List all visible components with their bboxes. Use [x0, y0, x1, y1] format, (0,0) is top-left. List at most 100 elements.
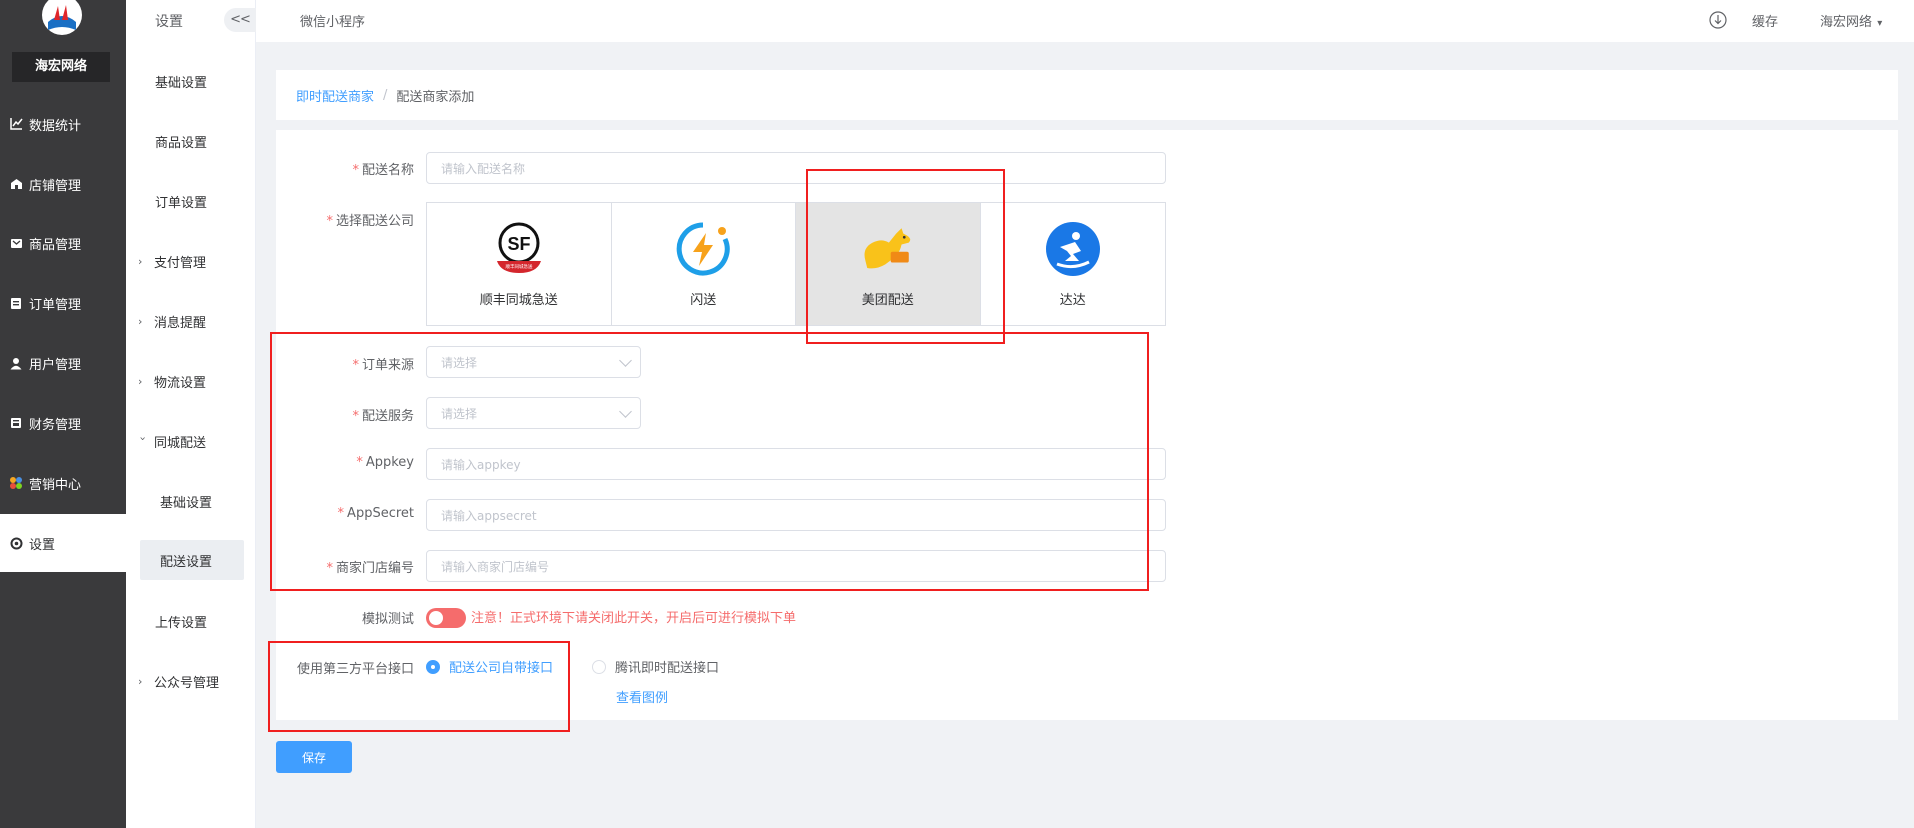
company-option-dada[interactable]: 达达	[981, 203, 1166, 325]
line-chart-icon	[9, 117, 23, 131]
submenu-header: 设置 <<	[126, 0, 256, 40]
user-icon	[9, 356, 23, 370]
sidebar-item-goods[interactable]: 商品管理	[0, 214, 126, 272]
radio-company-api[interactable]: 配送公司自带接口	[426, 657, 553, 676]
sidebar-item-label: 商品管理	[29, 237, 82, 253]
service-label-text: 配送服务	[361, 409, 414, 424]
sidebar-item-order[interactable]: 订单管理	[0, 274, 126, 332]
sidebar-item-finance[interactable]: 财务管理	[0, 394, 126, 452]
submenu-item-label: 同城配送	[154, 435, 207, 451]
store-no-label-text: 商家门店编号	[335, 561, 414, 576]
company-option-meituan[interactable]: 美团配送	[796, 203, 981, 325]
company-label: * 选择配送公司	[276, 210, 414, 229]
company-name: 达达	[1059, 292, 1086, 308]
submenu-item-label: 订单设置	[155, 195, 208, 211]
sidebar-item-marketing[interactable]: 营销中心	[0, 454, 126, 512]
company-label-text: 选择配送公司	[335, 214, 414, 229]
finance-icon	[9, 416, 23, 430]
submenu-item-payment[interactable]: › 支付管理	[126, 241, 256, 281]
sidebar-item-label: 数据统计	[29, 118, 82, 134]
appkey-input[interactable]: 请输入appkey	[426, 448, 1166, 480]
submenu-title: 设置	[155, 14, 183, 30]
radio-tencent-api[interactable]: 腾讯即时配送接口	[592, 657, 719, 676]
brand-name: 海宏网络	[12, 52, 110, 82]
company-option-shansong[interactable]: 闪送	[612, 203, 796, 325]
service-label: * 配送服务	[276, 405, 414, 424]
gear-icon	[9, 536, 23, 550]
sidebar-item-settings[interactable]: 设置	[0, 514, 126, 572]
test-mode-toggle[interactable]	[426, 608, 466, 628]
order-source-select[interactable]: 请选择	[426, 346, 641, 378]
delivery-service-select[interactable]: 请选择	[426, 397, 641, 429]
submenu-item-message[interactable]: › 消息提醒	[126, 301, 256, 341]
sidebar-item-label: 店铺管理	[29, 178, 82, 194]
breadcrumb: 即时配送商家 / 配送商家添加	[276, 70, 1898, 120]
submenu-item-label: 物流设置	[154, 375, 207, 391]
store-no-label: * 商家门店编号	[276, 557, 414, 576]
submenu-item-order[interactable]: 订单设置	[126, 181, 256, 221]
submenu-item-label: 基础设置	[155, 75, 208, 91]
submenu-item-label: 上传设置	[155, 615, 208, 631]
order-source-placeholder: 请选择	[441, 355, 478, 370]
chevron-right-icon: ›	[138, 374, 143, 388]
sidebar-item-label: 订单管理	[29, 297, 82, 313]
download-icon[interactable]	[1709, 11, 1727, 29]
required-mark: *	[337, 506, 345, 521]
sidebar-item-label: 营销中心	[29, 477, 82, 493]
appsecret-label-text: AppSecret	[347, 506, 414, 521]
chevron-right-icon: ›	[138, 674, 143, 688]
sidebar-item-user[interactable]: 用户管理	[0, 334, 126, 392]
submenu-item-logistics[interactable]: › 物流设置	[126, 361, 256, 401]
submenu-item-upload[interactable]: 上传设置	[126, 601, 256, 641]
delivery-name-input[interactable]: 请输入配送名称	[426, 152, 1166, 184]
goods-icon	[9, 236, 23, 250]
sidebar-item-label: 用户管理	[29, 357, 82, 373]
view-example-link[interactable]: 查看图例	[616, 687, 668, 706]
app-title: 微信小程序	[300, 15, 366, 30]
order-source-label-text: 订单来源	[361, 358, 414, 373]
top-bar: 微信小程序 缓存 海宏网络 ▾	[256, 0, 1914, 42]
submenu-item-label: 公众号管理	[154, 675, 220, 691]
appkey-label-text: Appkey	[365, 455, 414, 470]
platform-label: 使用第三方平台接口	[296, 662, 414, 677]
radio-label: 配送公司自带接口	[449, 661, 554, 676]
appkey-placeholder: 请输入appkey	[441, 457, 521, 472]
delivery-merchant-form: *配送名称 请输入配送名称 *选择配送公司 SF 顺丰同城急送 顺丰同城急送	[276, 130, 1898, 720]
required-mark: *	[352, 409, 359, 424]
collapse-button[interactable]: <<	[224, 8, 256, 32]
cache-button[interactable]: 缓存	[1752, 11, 1778, 30]
submenu-item-local-delivery[interactable]: › 同城配送	[126, 421, 256, 461]
appkey-label: * Appkey	[276, 455, 414, 470]
breadcrumb-current: 配送商家添加	[396, 89, 475, 105]
company-option-sf[interactable]: SF 顺丰同城急送 顺丰同城急送	[427, 203, 612, 325]
radio-unchecked-icon	[592, 659, 606, 674]
meituan-kangaroo-logo	[860, 221, 916, 277]
name-label-text: 配送名称	[361, 163, 414, 178]
dada-logo	[1045, 221, 1101, 277]
settings-submenu: 设置 << 基础设置 商品设置 订单设置 › 支付管理 › 消息提醒 › 物流设置 ›…	[126, 0, 256, 828]
sidebar-item-shop[interactable]: 店铺管理	[0, 155, 126, 213]
submenu-item-goods[interactable]: 商品设置	[126, 121, 256, 161]
required-mark: *	[352, 163, 359, 178]
breadcrumb-separator: /	[383, 87, 388, 103]
submenu-item-delivery-basic[interactable]: 基础设置	[126, 481, 256, 521]
appsecret-input[interactable]: 请输入appsecret	[426, 499, 1166, 531]
save-button[interactable]: 保存	[276, 741, 352, 773]
sidebar-item-stats[interactable]: 数据统计	[0, 95, 126, 153]
company-name: 美团配送	[861, 292, 914, 308]
user-name: 海宏网络	[1820, 15, 1873, 30]
order-icon	[9, 296, 23, 310]
submenu-item-basic[interactable]: 基础设置	[126, 61, 256, 101]
sf-logo-subtext: 顺丰同城急送	[505, 263, 532, 270]
sidebar-item-label: 设置	[29, 537, 56, 553]
company-selector: SF 顺丰同城急送 顺丰同城急送 闪送 美团配送 达达	[426, 202, 1166, 326]
shop-icon	[9, 177, 23, 191]
user-menu[interactable]: 海宏网络 ▾	[1820, 11, 1882, 30]
submenu-item-official-account[interactable]: › 公众号管理	[126, 661, 256, 701]
test-mode-label: 模拟测试	[361, 612, 414, 627]
store-no-input[interactable]: 请输入商家门店编号	[426, 550, 1166, 582]
submenu-item-delivery-settings[interactable]: 配送设置	[140, 540, 244, 580]
delivery-service-placeholder: 请选择	[441, 406, 478, 421]
breadcrumb-parent-link[interactable]: 即时配送商家	[296, 86, 374, 105]
store-no-placeholder: 请输入商家门店编号	[441, 559, 550, 574]
